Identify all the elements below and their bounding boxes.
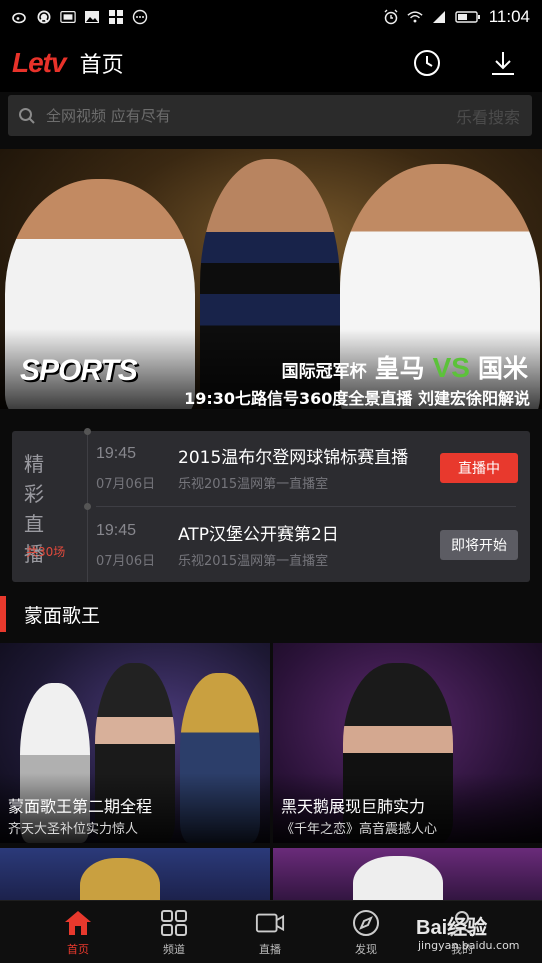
divider — [96, 506, 516, 507]
nav-live[interactable]: 直播 — [222, 901, 318, 963]
banner-team-home: 皇马 — [374, 354, 425, 383]
live-item-date: 07月06日 — [96, 477, 156, 492]
letv-logo[interactable]: Letv — [12, 47, 67, 79]
video-card[interactable]: 黑天鹅展现巨肺实力 《千年之恋》高音震撼人心 — [273, 643, 542, 843]
download-button[interactable] — [488, 48, 518, 78]
coming-soon-button[interactable]: 即将开始 — [440, 530, 518, 560]
section-title: 蒙面歌王 — [24, 604, 101, 627]
home-icon — [63, 908, 93, 938]
video-title: 蒙面歌王第二期全程 — [8, 797, 153, 816]
video-subtitle: 齐天大圣补位实力惊人 — [8, 822, 139, 837]
image-icon — [84, 10, 100, 24]
battery-icon — [455, 10, 481, 24]
app-grid-icon — [108, 10, 124, 24]
clock: 11:04 — [488, 7, 530, 26]
video-subtitle: 《千年之恋》高音震撼人心 — [281, 822, 438, 837]
live-item[interactable]: 19:45 07月06日 ATP汉堡公开赛第2日 乐视2015温网第一直播室 即… — [96, 508, 530, 582]
camera-icon — [255, 908, 285, 938]
live-item-room: 乐视2015温网第一直播室 — [178, 477, 329, 492]
video-card[interactable] — [0, 848, 270, 908]
grid-icon — [159, 908, 189, 938]
download-icon — [492, 52, 514, 75]
live-side[interactable]: 精彩直播 共30场 — [12, 431, 84, 582]
section-header[interactable]: 蒙面歌王 — [0, 596, 542, 632]
banner-cup: 国际冠军杯 — [281, 362, 367, 382]
live-item-room: 乐视2015温网第一直播室 — [178, 554, 329, 569]
clock-icon — [414, 50, 440, 76]
video-card[interactable] — [273, 848, 542, 908]
watermark-url: jingyan.baidu.com — [418, 939, 520, 952]
banner-team-away: 国米 — [477, 354, 528, 383]
watermark: Bai经验 jingyan.baidu.com — [412, 903, 538, 959]
nav-label: 发现 — [355, 943, 377, 956]
nav-label: 频道 — [163, 943, 185, 956]
status-bar: 11:04 — [0, 0, 542, 34]
sync-icon — [36, 10, 52, 24]
more-icon — [132, 9, 148, 25]
video-title: 黑天鹅展现巨肺实力 — [281, 797, 426, 816]
alarm-icon — [383, 9, 399, 25]
live-item-title: 2015温布尔登网球锦标赛直播 — [178, 448, 409, 468]
nav-label: 首页 — [67, 943, 89, 956]
watermark-main: Bai经验 — [416, 917, 488, 939]
compass-icon — [351, 908, 381, 938]
wifi-icon — [407, 10, 423, 24]
live-count: 共30场 — [26, 545, 66, 559]
search-input[interactable] — [46, 106, 456, 125]
search-bar[interactable]: 乐看搜索 — [8, 95, 532, 136]
nav-home[interactable]: 首页 — [30, 901, 126, 963]
sports-logo: SPORTS — [20, 354, 138, 387]
banner-subtitle: 19:30七路信号360度全景直播 刘建宏徐阳解说 — [184, 389, 530, 408]
nav-label: 直播 — [259, 943, 281, 956]
status-bar-notifications — [12, 9, 148, 25]
section-accent-bar — [0, 596, 6, 632]
live-dot — [84, 503, 91, 510]
nav-channels[interactable]: 频道 — [126, 901, 222, 963]
live-item-date: 07月06日 — [96, 554, 156, 569]
live-card: 精彩直播 共30场 19:45 07月06日 2015温布尔登网球锦标赛直播 乐… — [12, 428, 530, 582]
weibo-icon — [12, 10, 28, 24]
search-button[interactable]: 乐看搜索 — [456, 104, 520, 128]
nav-discover[interactable]: 发现 — [318, 901, 414, 963]
page-title: 首页 — [79, 53, 124, 78]
live-dot — [84, 428, 91, 435]
banner-headline: 国际冠军杯 皇马 VS 国米 — [282, 349, 528, 385]
live-item-time: 19:45 — [96, 445, 137, 462]
banner-vs: VS — [432, 352, 470, 383]
live-item[interactable]: 19:45 07月06日 2015温布尔登网球锦标赛直播 乐视2015温网第一直… — [96, 431, 530, 505]
live-item-time: 19:45 — [96, 522, 137, 539]
search-icon — [19, 107, 35, 124]
promo-banner[interactable]: SPORTS 国际冠军杯 皇马 VS 国米 19:30七路信号360度全景直播 … — [0, 149, 542, 409]
app-header: Letv 首页 — [0, 34, 542, 92]
status-bar-system: 11:04 — [383, 7, 530, 27]
signal-icon — [431, 10, 447, 24]
live-now-button[interactable]: 直播中 — [440, 453, 518, 483]
iqiyi-icon — [60, 10, 76, 24]
video-card[interactable]: 蒙面歌王第二期全程 齐天大圣补位实力惊人 — [0, 643, 270, 843]
history-button[interactable] — [412, 48, 442, 78]
live-item-title: ATP汉堡公开赛第2日 — [178, 525, 339, 545]
